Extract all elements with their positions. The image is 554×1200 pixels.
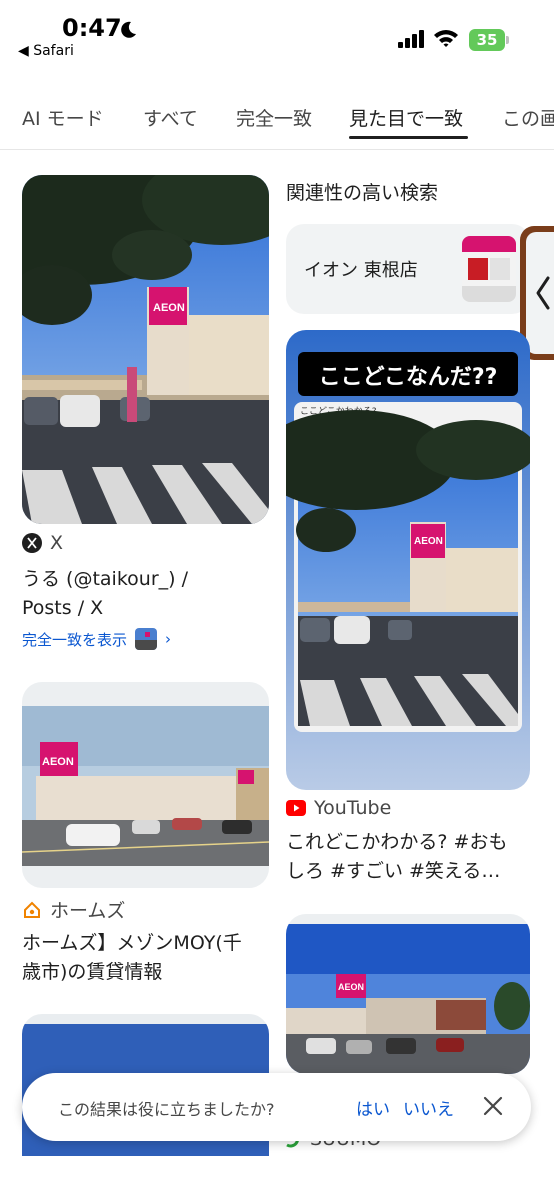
result-title-youtube[interactable]: これどこかわかる? #おも しろ #すごい #笑える… [286, 828, 538, 886]
tab-visual-match[interactable]: 見た目で一致 [349, 104, 463, 131]
result-image-x[interactable]: AEON [22, 175, 269, 524]
title-line: うる (@taikour_) / [22, 568, 188, 590]
overlay-title: ここどこなんだ?? [319, 365, 498, 390]
feedback-bar: この結果は役に立ちましたか? はい いいえ [22, 1073, 531, 1141]
related-searches-heading: 関連性の高い検索 [286, 182, 439, 204]
result-title-homes[interactable]: ホームズ】メゾンMOY(千 歳市)の賃貸情報 [22, 929, 242, 987]
svg-text:AEON: AEON [338, 982, 364, 992]
result-source-x[interactable]: X [22, 532, 63, 554]
title-line: Posts / X [22, 597, 104, 619]
svg-text:AEON: AEON [42, 756, 74, 768]
chevron-right-icon: › [165, 630, 172, 648]
result-title-x[interactable]: うる (@taikour_) / Posts / X [22, 565, 188, 623]
moon-icon [121, 21, 136, 38]
status-bar: 0:47 ◀ Safari 35 [0, 0, 554, 72]
show-exact-match-link[interactable]: 完全一致を表示 › [22, 628, 171, 650]
result-image-homes[interactable]: AEON [22, 682, 269, 888]
x-logo-icon [22, 533, 42, 553]
result-source-youtube[interactable]: YouTube [286, 797, 391, 819]
feedback-yes-button[interactable]: はい [356, 1095, 390, 1120]
battery-level: 35 [476, 31, 498, 49]
svg-text:AEON: AEON [414, 536, 443, 547]
title-line: ホームズ】メゾンMOY(千 [22, 932, 242, 954]
tab-exact-match[interactable]: 完全一致 [236, 104, 312, 131]
tab-about-image[interactable]: この画 [502, 104, 554, 131]
related-chip-label: イオン 東根店 [304, 260, 418, 281]
feedback-question: この結果は役に立ちましたか? [58, 1100, 275, 1119]
title-line: 歳市)の賃貸情報 [22, 961, 163, 983]
tab-all[interactable]: すべて [143, 104, 198, 131]
search-tabs: AI モード すべて 完全一致 見た目で一致 この画 [0, 92, 554, 150]
title-line: しろ #すごい #笑える… [286, 860, 501, 882]
source-name: X [50, 532, 64, 554]
aeon-store-photo: AEON [22, 706, 269, 866]
svg-text:AEON: AEON [153, 302, 185, 314]
match-thumbnail [135, 628, 158, 650]
source-name: ホームズ [50, 900, 126, 922]
tab-ai-mode[interactable]: AI モード [22, 104, 104, 131]
youtube-thumbnail: ここどこなんだ?? ここどこかわかる? AEON [286, 330, 530, 790]
related-chip-thumbnail [462, 236, 516, 302]
result-image-aeon-store[interactable]: AEON [286, 914, 530, 1074]
status-time: 0:47 [62, 14, 122, 42]
source-name: YouTube [314, 797, 392, 819]
active-tab-indicator [349, 136, 468, 139]
close-icon[interactable] [482, 1095, 504, 1117]
match-link-label: 完全一致を表示 [22, 630, 128, 649]
aeon-parking-photo: AEON [22, 175, 269, 524]
chevron-left-icon [536, 276, 550, 310]
aeon-store-photo-2: AEON [286, 914, 530, 1074]
feedback-no-button[interactable]: いいえ [403, 1095, 454, 1120]
related-search-chip[interactable]: イオン 東根店 [286, 224, 530, 314]
youtube-icon [286, 800, 306, 816]
result-image-youtube[interactable]: ここどこなんだ?? ここどこかわかる? AEON [286, 330, 530, 790]
result-source-homes[interactable]: ホームズ [22, 896, 125, 923]
homes-icon [24, 901, 40, 918]
battery-icon: 35 [469, 29, 509, 51]
wifi-icon [434, 30, 458, 47]
title-line: これどこかわかる? #おも [286, 831, 508, 853]
signal-icon [398, 30, 424, 48]
back-to-app-link[interactable]: ◀ Safari [18, 43, 74, 59]
